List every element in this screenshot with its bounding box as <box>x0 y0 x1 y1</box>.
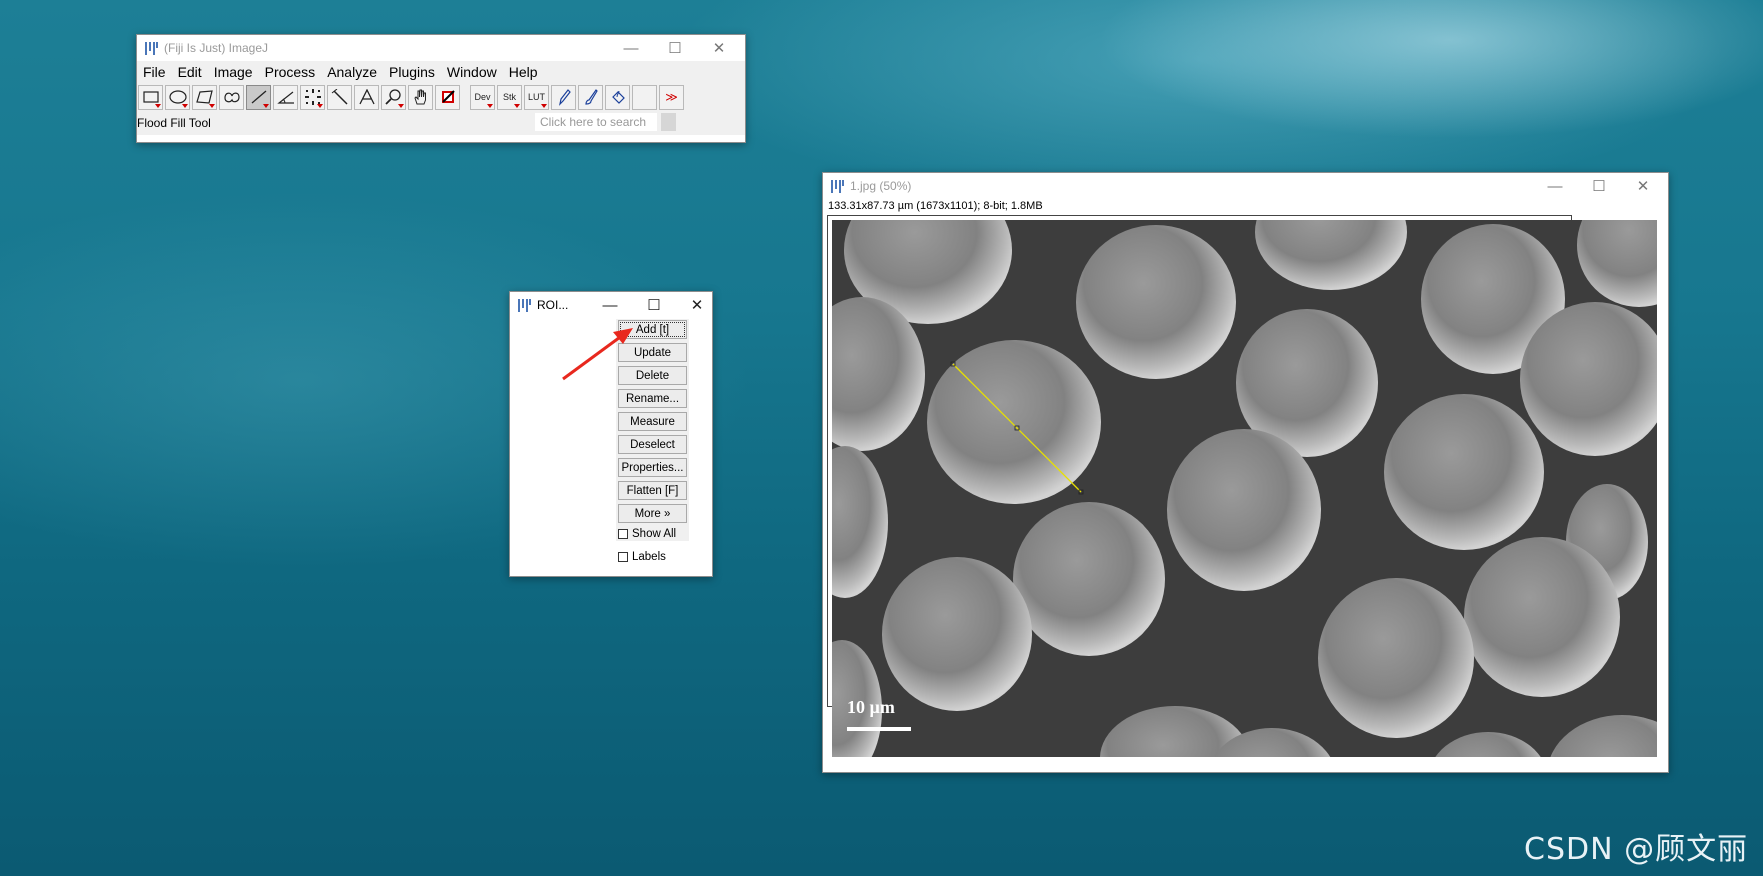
search-button[interactable] <box>661 113 676 131</box>
line-tool-icon[interactable] <box>246 84 271 110</box>
hand-tool-icon[interactable] <box>408 84 433 110</box>
image-app-icon <box>831 179 844 193</box>
empty-tool-slot[interactable] <box>632 84 657 110</box>
roi-titlebar[interactable]: ROI... — ☐ ✕ <box>510 292 712 318</box>
properties-button[interactable]: Properties... <box>618 458 687 477</box>
menu-window[interactable]: Window <box>441 64 503 80</box>
more-tools-label: ≫ <box>665 90 678 104</box>
minimize-icon[interactable]: — <box>590 292 630 318</box>
stk-tool-label: Stk <box>502 92 516 102</box>
deselect-button[interactable]: Deselect <box>618 435 687 454</box>
menu-file[interactable]: File <box>137 64 172 80</box>
flood-fill-tool-icon[interactable] <box>605 84 630 110</box>
wand-tool-icon[interactable] <box>327 84 352 110</box>
minimize-icon[interactable]: — <box>1535 173 1575 199</box>
checkbox-box[interactable] <box>618 552 628 562</box>
annotation-arrow <box>562 328 633 381</box>
stk-tool-button[interactable]: Stk <box>497 84 522 110</box>
image-info: 133.31x87.73 µm (1673x1101); 8-bit; 1.8M… <box>823 199 1668 214</box>
fiji-main-window: (Fiji Is Just) ImageJ — ☐ ✕ File Edit Im… <box>136 34 746 143</box>
status-text: Flood Fill Tool <box>137 116 211 130</box>
brush-tool-icon[interactable] <box>578 84 603 110</box>
freehand-tool-icon[interactable] <box>219 84 244 110</box>
csdn-watermark: CSDN @顾文丽 <box>1524 832 1749 867</box>
menu-plugins[interactable]: Plugins <box>383 64 441 80</box>
polygon-tool-icon[interactable] <box>192 84 217 110</box>
minimize-icon[interactable]: — <box>611 35 651 61</box>
fiji-toolbar: Dev Stk LUT ≫ <box>137 83 745 111</box>
show-all-checkbox[interactable]: Show All <box>618 526 676 542</box>
color-picker-tool-icon[interactable] <box>435 84 460 110</box>
fiji-window-title: (Fiji Is Just) ImageJ <box>164 41 269 55</box>
roi-app-icon <box>518 298 531 312</box>
measure-button[interactable]: Measure <box>618 412 687 431</box>
labels-label: Labels <box>632 551 666 563</box>
point-tool-icon[interactable] <box>300 84 325 110</box>
menu-edit[interactable]: Edit <box>172 64 208 80</box>
rectangle-tool-icon[interactable] <box>138 84 163 110</box>
sem-image[interactable]: 10 µm <box>832 220 1657 757</box>
show-all-label: Show All <box>632 528 677 540</box>
pencil-tool-icon[interactable] <box>551 84 576 110</box>
oval-tool-icon[interactable] <box>165 84 190 110</box>
fiji-app-icon <box>145 41 158 55</box>
rename-button[interactable]: Rename... <box>618 389 687 408</box>
image-titlebar[interactable]: 1.jpg (50%) — ☐ ✕ <box>823 173 1668 199</box>
dev-tool-button[interactable]: Dev <box>470 84 495 110</box>
fiji-titlebar[interactable]: (Fiji Is Just) ImageJ — ☐ ✕ <box>137 35 745 61</box>
scale-bar-label: 10 µm <box>847 697 895 717</box>
image-window: 1.jpg (50%) — ☐ ✕ 133.31x87.73 µm (1673x… <box>822 172 1669 773</box>
magnifier-tool-icon[interactable] <box>381 84 406 110</box>
scale-bar <box>847 727 911 731</box>
menu-image[interactable]: Image <box>208 64 259 80</box>
lut-tool-label: LUT <box>527 92 545 102</box>
close-icon[interactable]: ✕ <box>677 292 717 318</box>
close-icon[interactable]: ✕ <box>699 35 739 61</box>
image-window-title: 1.jpg (50%) <box>850 179 912 193</box>
flatten-button[interactable]: Flatten [F] <box>618 481 687 500</box>
image-canvas-frame: 10 µm <box>827 215 1657 757</box>
angle-tool-icon[interactable] <box>273 84 298 110</box>
lut-tool-button[interactable]: LUT <box>524 84 549 110</box>
dev-tool-label: Dev <box>474 92 491 102</box>
menu-help[interactable]: Help <box>503 64 544 80</box>
roi-window-title: ROI... <box>537 298 569 312</box>
search-input[interactable]: Click here to search <box>535 113 657 131</box>
checkbox-box[interactable] <box>618 529 628 539</box>
labels-checkbox[interactable]: Labels <box>618 549 666 565</box>
fiji-status-bar: Flood Fill Tool Click here to search <box>137 111 745 135</box>
more-button[interactable]: More » <box>618 504 687 523</box>
maximize-icon[interactable]: ☐ <box>634 292 674 318</box>
fiji-menubar: File Edit Image Process Analyze Plugins … <box>137 61 745 83</box>
maximize-icon[interactable]: ☐ <box>655 35 695 61</box>
more-tools-icon[interactable]: ≫ <box>659 84 684 110</box>
menu-analyze[interactable]: Analyze <box>321 64 383 80</box>
text-tool-icon[interactable] <box>354 84 379 110</box>
close-icon[interactable]: ✕ <box>1623 173 1663 199</box>
maximize-icon[interactable]: ☐ <box>1579 173 1619 199</box>
menu-process[interactable]: Process <box>259 64 322 80</box>
